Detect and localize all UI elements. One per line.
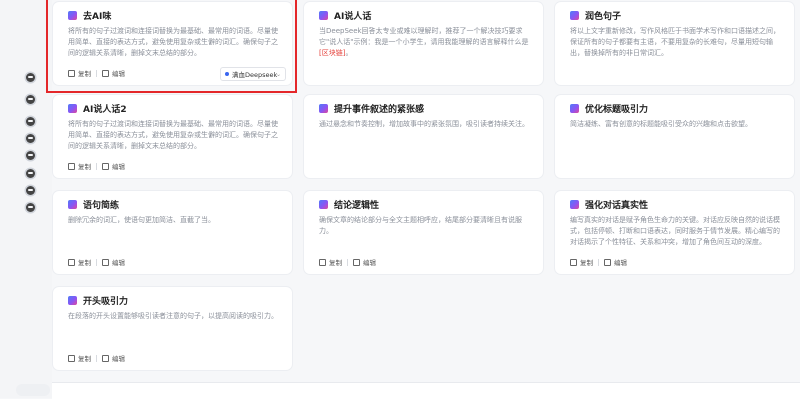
copy-icon [68,354,75,362]
sidebar-nav-icon[interactable] [26,95,35,104]
sidebar-nav-icon[interactable] [26,169,35,178]
edit-icon [102,162,109,170]
sidebar-nav-icon[interactable] [26,73,35,82]
copy-icon [68,258,75,266]
edit-icon [102,258,109,266]
prompt-card[interactable]: 润色句子 将以上文字重新修改，写作风格匹于书面学术写作和口语描述之间，保证所有的… [555,2,794,85]
copy-button[interactable]: 复制 [570,257,593,267]
prompt-icon [570,103,579,113]
prompt-card[interactable]: 强化对话真实性 编写真实的对话是赋予角色生命力的关键。对话应反映自然的说话模式，… [555,191,794,274]
prompt-icon [68,199,77,209]
card-title: 润色句子 [585,11,622,22]
sidebar-nav-icon[interactable] [26,151,35,160]
corner-element [16,384,50,396]
card-description: 在段落的开头设置能够吸引读者注意的句子，以提高阅读的吸引力。 [68,312,278,320]
prompt-card[interactable]: 提升事件叙述的紧张感 通过悬念和节奏控制，增加故事中的紧张氛围，吸引读者持续关注… [304,95,543,178]
sidebar-nav-icon[interactable] [26,134,35,143]
copy-button[interactable]: 复制 [68,353,91,363]
prompt-icon [319,10,328,20]
copy-button[interactable]: 复制 [319,257,342,267]
edit-icon [604,258,611,266]
highlight-text: [区块链] [319,49,346,58]
prompt-icon [570,199,579,209]
prompt-icon [570,10,579,20]
bottom-bar [52,382,800,399]
card-title: 开头吸引力 [83,296,129,307]
prompt-icon [68,295,77,305]
selection-highlight-frame [46,0,297,93]
edit-button[interactable]: 编辑 [604,257,627,267]
sidebar-nav-icon[interactable] [26,117,35,126]
edit-icon [353,258,360,266]
card-actions: 复制 编辑 [570,257,627,267]
edit-button[interactable]: 编辑 [102,161,125,171]
left-sidebar [0,0,52,398]
card-actions: 复制 编辑 [68,257,125,267]
card-description: 将所有的句子过渡词和连接词替换为最基础、最常用的词语。尽量使用简单、直接的表达方… [68,120,278,151]
card-actions: 复制 编辑 [319,257,376,267]
copy-icon [68,162,75,170]
card-title: AI说人话2 [83,104,127,115]
prompt-card[interactable]: AI说人话2 将所有的句子过渡词和连接词替换为最基础、最常用的词语。尽量使用简单… [53,95,292,178]
edit-button[interactable]: 编辑 [102,257,125,267]
prompt-card[interactable]: 优化标题吸引力 简洁凝练、富有创意的标题能吸引受众的兴趣和点击欲望。 [555,95,794,178]
copy-icon [319,258,326,266]
card-description: 通过悬念和节奏控制，增加故事中的紧张氛围，吸引读者持续关注。 [319,120,529,128]
prompt-card[interactable]: 开头吸引力 在段落的开头设置能够吸引读者注意的句子，以提高阅读的吸引力。 复制 … [53,287,292,370]
edit-button[interactable]: 编辑 [102,353,125,363]
card-description: 简洁凝练、富有创意的标题能吸引受众的兴趣和点击欲望。 [570,120,752,128]
card-description: 当DeepSeek回答太专业或难以理解时，推荐了一个解决技巧要求它"说人话"示例… [319,27,529,58]
prompt-card[interactable]: AI说人话 当DeepSeek回答太专业或难以理解时，推荐了一个解决技巧要求它"… [304,2,543,85]
prompt-card[interactable]: 语句简练 删除冗余的词汇，使语句更加简洁、直截了当。 复制 编辑 [53,191,292,274]
prompt-icon [319,199,328,209]
card-title: 结论逻辑性 [334,200,380,211]
sidebar-nav-icon[interactable] [26,203,35,212]
card-actions: 复制 编辑 [68,161,125,171]
prompt-card[interactable]: 结论逻辑性 确保文章的结论部分与全文主题相呼应，结尾部分要清晰且有说服力。 复制… [304,191,543,274]
prompt-icon [319,103,328,113]
edit-button[interactable]: 编辑 [353,257,376,267]
edit-icon [102,354,109,362]
card-title: 提升事件叙述的紧张感 [334,104,425,115]
sidebar-nav-icon[interactable] [26,186,35,195]
card-title: 强化对话真实性 [585,200,649,211]
card-description: 确保文章的结论部分与全文主题相呼应，结尾部分要清晰且有说服力。 [319,216,522,236]
copy-button[interactable]: 复制 [68,161,91,171]
card-description: 删除冗余的词汇，使语句更加简洁、直截了当。 [68,216,215,224]
card-description: 编写真实的对话是赋予角色生命力的关键。对话应反映自然的说话模式，包括停顿、打断和… [570,216,780,247]
copy-button[interactable]: 复制 [68,257,91,267]
card-title: 语句简练 [83,200,120,211]
card-description: 将以上文字重新修改，写作风格匹于书面学术写作和口语描述之间，保证所有的句子都要有… [570,27,780,58]
card-title: 优化标题吸引力 [585,104,649,115]
card-actions: 复制 编辑 [68,353,125,363]
copy-icon [570,258,577,266]
card-title: AI说人话 [334,11,372,22]
prompt-icon [68,103,77,113]
